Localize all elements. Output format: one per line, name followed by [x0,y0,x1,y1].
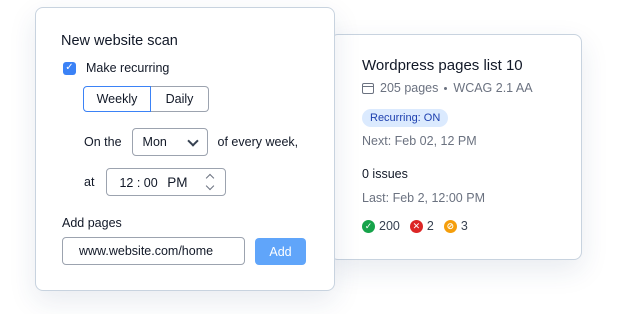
time-stepper-icon[interactable] [206,173,215,191]
warning-stat: ⊘ 3 [443,219,468,233]
on-the-label: On the [84,135,122,149]
time-picker[interactable]: 12 : 00 PM [106,168,227,196]
at-label: at [84,175,95,189]
recurring-badge: Recurring: ON [362,109,449,127]
day-value: Mon [142,135,167,149]
add-pages-label: Add pages [62,216,122,230]
scan-stats: ✓ 200 ✕ 2 ⊘ 3 [362,219,478,233]
every-week-label: of every week, [217,135,299,149]
passed-stat: ✓ 200 [362,219,400,233]
recurring-label: Make recurring [86,61,170,75]
day-select[interactable]: Mon [131,128,208,156]
frequency-toggle: Weekly Daily [83,86,209,112]
time-hour: 12 [119,175,134,190]
next-scan: Next: Feb 02, 12 PM [362,134,477,148]
url-input[interactable] [62,237,245,265]
tab-weekly[interactable]: Weekly [83,86,151,112]
recurring-row[interactable]: ✓ Make recurring [63,61,169,75]
wcag-standard: WCAG 2.1 AA [453,81,533,95]
last-scan: Last: Feb 2, 12:00 PM [362,191,485,205]
time-ampm: PM [167,174,188,190]
tab-daily[interactable]: Daily [151,86,209,112]
scan-title: Wordpress pages list 10 [362,57,523,74]
form-title: New website scan [61,33,178,49]
failed-count: 2 [426,219,434,233]
calendar-icon [362,82,374,94]
time-row: at 12 : 00 PM [84,168,227,196]
passed-count: 200 [379,219,400,233]
time-minute: 00 [143,175,158,190]
new-scan-form: New website scan ✓ Make recurring Weekly… [35,7,335,291]
failed-stat: ✕ 2 [409,219,434,233]
separator-dot [444,86,448,90]
recurring-checkbox[interactable]: ✓ [63,61,76,75]
scan-summary-card: Wordpress pages list 10 205 pages WCAG 2… [330,34,582,260]
check-circle-icon: ✓ [362,219,375,233]
warning-count: 3 [460,219,468,233]
add-button[interactable]: Add [255,238,306,265]
error-circle-icon: ✕ [409,219,423,233]
day-row: On the Mon of every week, [84,128,298,156]
scan-meta: 205 pages WCAG 2.1 AA [362,81,533,95]
pages-count: 205 pages [380,81,439,95]
time-separator: : [136,175,141,190]
issues-count: 0 issues [362,167,408,181]
time-value: 12 : 00 PM [119,175,187,190]
chevron-down-icon [186,134,199,147]
warning-circle-icon: ⊘ [443,219,457,233]
